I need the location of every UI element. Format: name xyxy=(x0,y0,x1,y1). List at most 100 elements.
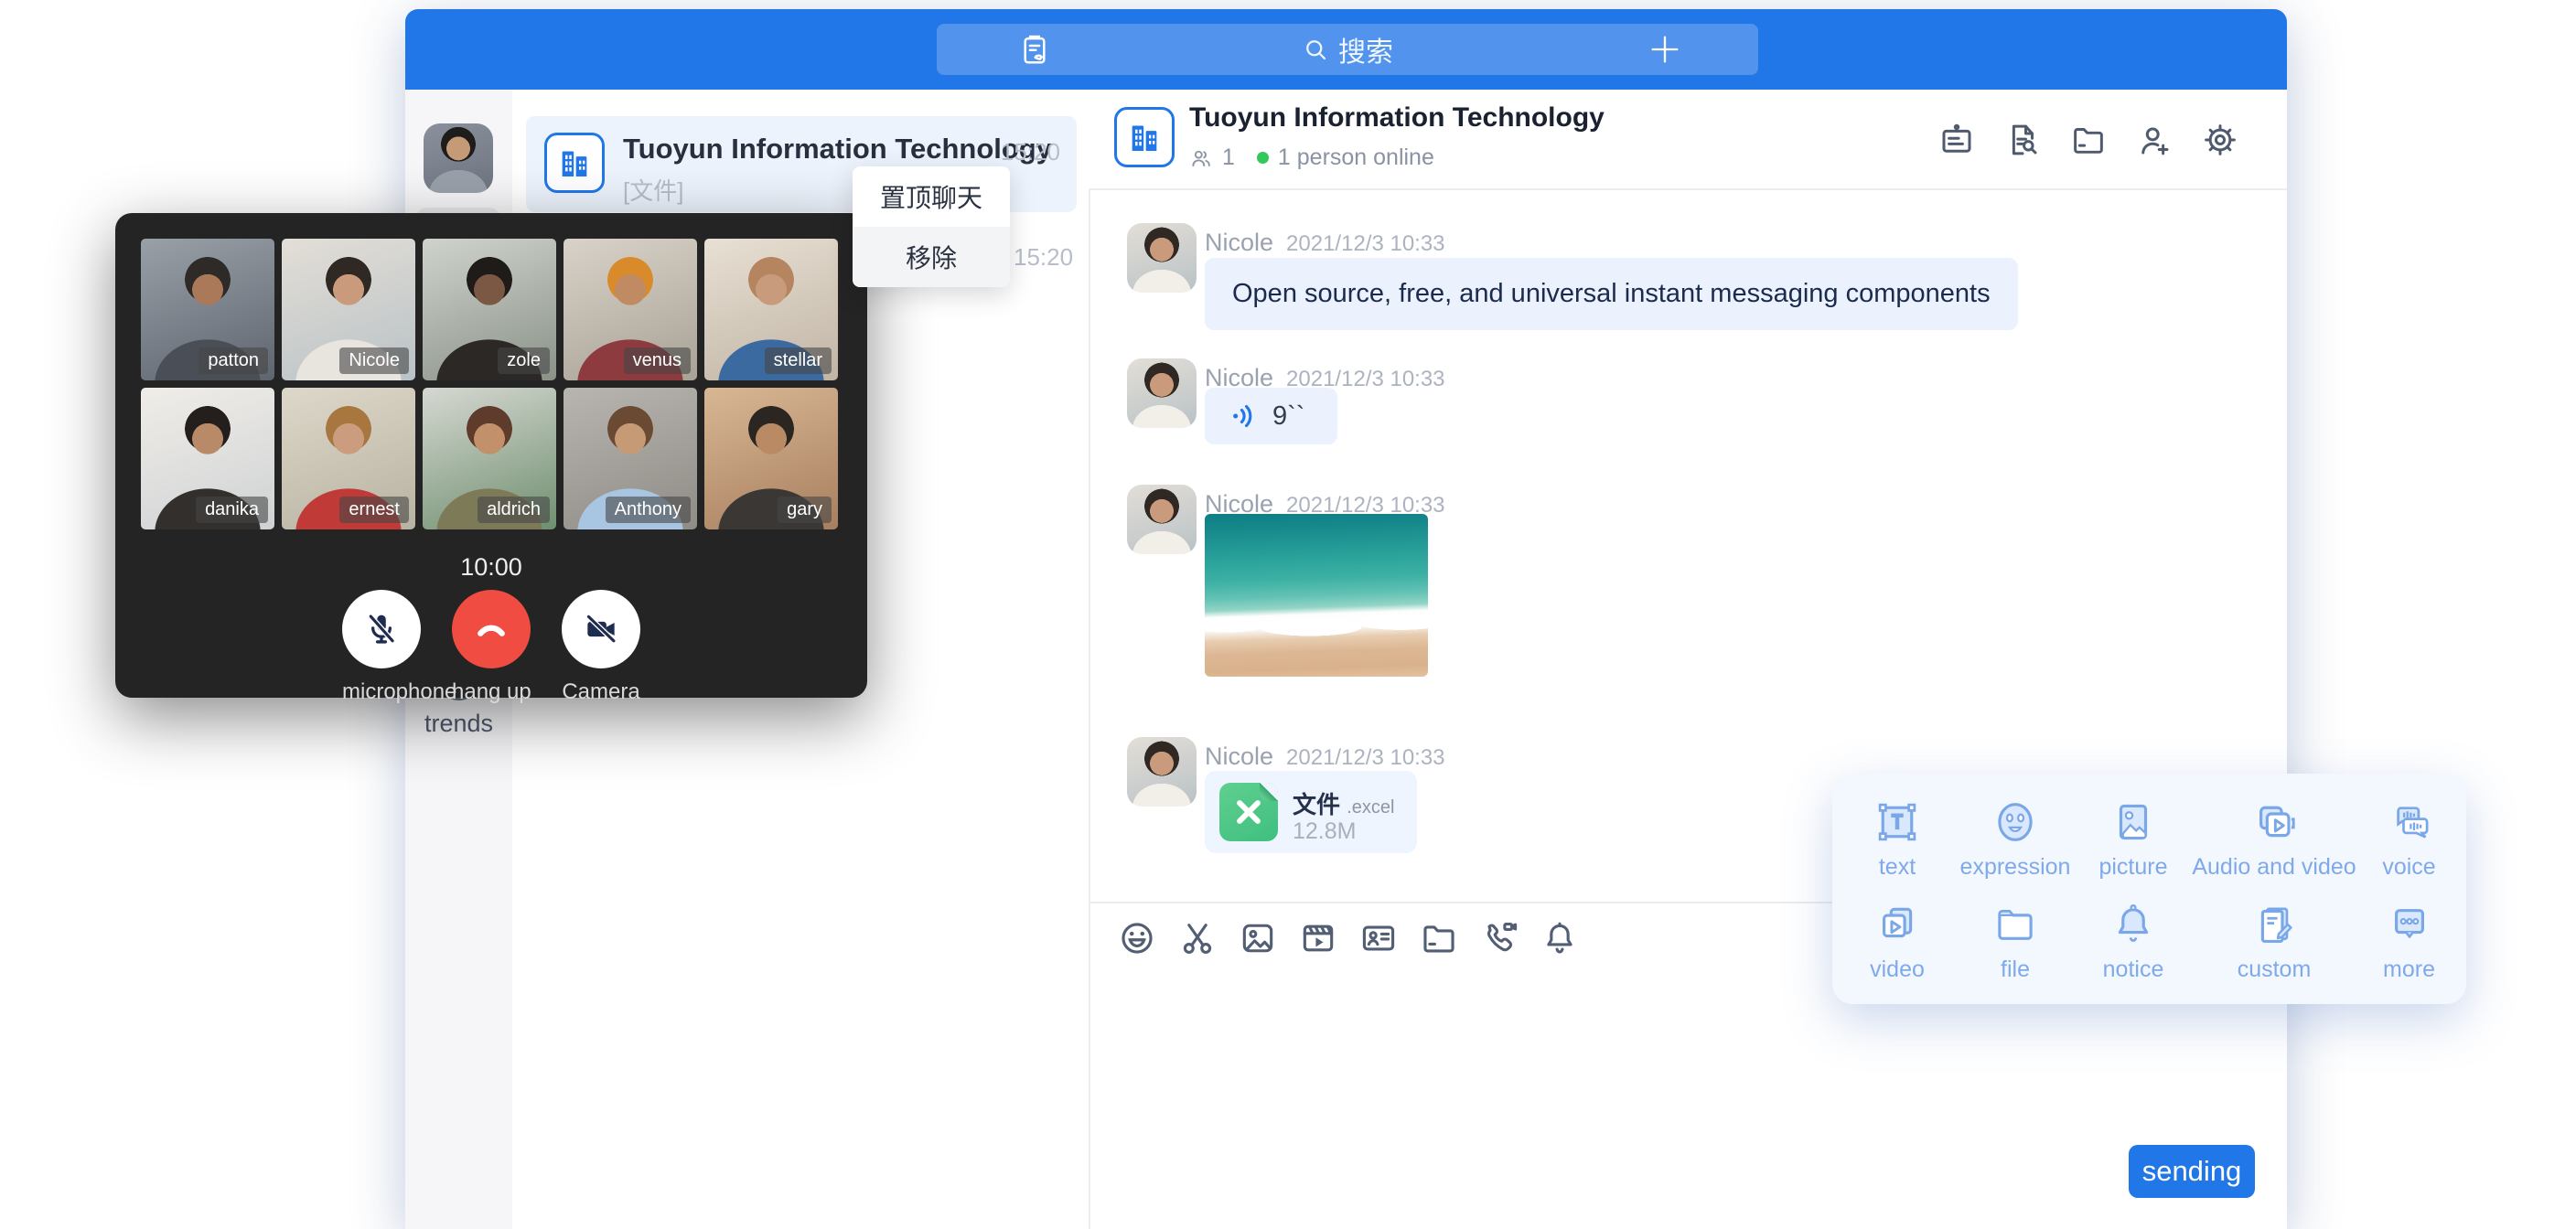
chat-header-actions xyxy=(1937,121,2239,159)
participant-tile[interactable]: ernest xyxy=(282,388,415,529)
text-message-icon xyxy=(1873,797,1922,847)
more-icon xyxy=(2385,900,2434,949)
voice-wave-icon xyxy=(1229,401,1260,432)
hang-up-icon xyxy=(471,609,511,649)
video-icon[interactable] xyxy=(1298,918,1338,958)
chat-header: Tuoyun Information Technology 1 1 person… xyxy=(1089,90,2287,190)
participant-tile[interactable]: Anthony xyxy=(564,388,697,529)
hang-up-label: hang up xyxy=(452,679,531,705)
participant-tile[interactable]: zole xyxy=(423,239,556,380)
image-attachment[interactable] xyxy=(1205,514,1428,677)
participant-name-label: aldrich xyxy=(478,497,550,523)
participant-tile[interactable]: stellar xyxy=(704,239,838,380)
participant-grid: patton Nicole zole venus stellar danika … xyxy=(141,239,842,529)
panel-item-expression[interactable]: expression xyxy=(1951,797,2079,881)
participant-name-label: gary xyxy=(778,497,832,523)
conversation-title: Tuoyun Information Technology xyxy=(623,133,1052,166)
send-button[interactable]: sending xyxy=(2129,1145,2255,1198)
conversation-time: 15:20 xyxy=(1001,138,1060,166)
conversation-last-message: [文件] xyxy=(623,173,683,207)
sender-name: Nicole xyxy=(1205,743,1273,770)
panel-item-notice[interactable]: notice xyxy=(2079,900,2187,983)
participant-tile[interactable]: aldrich xyxy=(423,388,556,529)
image-icon[interactable] xyxy=(1238,918,1278,958)
panel-item-picture[interactable]: picture xyxy=(2079,797,2187,881)
notification-icon[interactable] xyxy=(1540,918,1580,958)
search-placeholder: 搜索 xyxy=(1338,29,1393,69)
message-time: 2021/12/3 10:33 xyxy=(1286,745,1445,770)
call-timer: 10:00 xyxy=(115,553,867,582)
folder-icon[interactable] xyxy=(2069,121,2108,159)
audio-video-icon xyxy=(2249,797,2299,847)
notice-bell-icon xyxy=(2109,900,2158,949)
participant-name-label: Nicole xyxy=(339,347,409,374)
video-call-overlay: patton Nicole zole venus stellar danika … xyxy=(115,213,867,698)
chat-subtitle: 1 1 person online xyxy=(1189,144,1434,171)
panel-item-text[interactable]: text xyxy=(1843,797,1951,881)
video-call-icon[interactable] xyxy=(1479,918,1519,958)
search-input[interactable]: 搜索 xyxy=(937,24,1758,75)
participant-name-label: stellar xyxy=(765,347,832,374)
panel-item-voice[interactable]: voice xyxy=(2361,797,2457,881)
participant-name-label: danika xyxy=(196,497,268,523)
microphone-control[interactable]: microphone xyxy=(342,590,421,705)
microphone-muted-icon xyxy=(361,609,402,649)
add-member-icon[interactable] xyxy=(2135,121,2174,159)
participant-name-label: zole xyxy=(498,347,550,374)
chat-record-search-icon[interactable] xyxy=(2003,121,2042,159)
picture-icon xyxy=(2109,797,2158,847)
settings-icon[interactable] xyxy=(2201,121,2239,159)
file-icon[interactable] xyxy=(1419,918,1459,958)
video-message-icon xyxy=(1873,900,1922,949)
organization-icon xyxy=(1114,107,1175,167)
sender-avatar[interactable] xyxy=(1127,485,1197,554)
file-size: 12.8M xyxy=(1293,818,1356,845)
participant-tile[interactable]: gary xyxy=(704,388,838,529)
participant-tile[interactable]: Nicole xyxy=(282,239,415,380)
call-controls: microphone hang up Camera xyxy=(115,590,867,705)
contact-card-icon[interactable] xyxy=(1358,918,1399,958)
current-user-avatar[interactable] xyxy=(424,123,493,193)
hang-up-control[interactable]: hang up xyxy=(452,590,531,705)
screenshot-icon[interactable] xyxy=(1177,918,1218,958)
message-type-panel: text expression picture Audio and video … xyxy=(1832,774,2466,1004)
participant-tile[interactable]: danika xyxy=(141,388,274,529)
menu-item-pin-chat[interactable]: 置顶聊天 xyxy=(853,166,1010,227)
sender-avatar[interactable] xyxy=(1127,358,1197,428)
participant-name-label: patton xyxy=(199,347,268,374)
search-bar[interactable]: 搜索 xyxy=(937,24,1758,75)
sender-avatar[interactable] xyxy=(1127,223,1197,293)
participant-tile[interactable]: patton xyxy=(141,239,274,380)
panel-item-more[interactable]: more xyxy=(2361,900,2457,983)
context-menu: 置顶聊天 移除 xyxy=(853,166,1010,287)
magnifier-icon xyxy=(1302,36,1329,63)
camera-control[interactable]: Camera xyxy=(562,590,640,705)
menu-item-remove[interactable]: 移除 xyxy=(853,227,1010,287)
participant-tile[interactable]: venus xyxy=(564,239,697,380)
text-bubble: Open source, free, and universal instant… xyxy=(1205,258,2018,330)
panel-item-video[interactable]: video xyxy=(1843,900,1951,983)
voice-bubble[interactable]: 9`` xyxy=(1205,388,1337,444)
voice-icon xyxy=(2385,797,2434,847)
sender-avatar[interactable] xyxy=(1127,737,1197,807)
camera-label: Camera xyxy=(562,679,640,705)
message-time: 2021/12/3 10:33 xyxy=(1286,231,1445,256)
online-status: 1 person online xyxy=(1278,144,1434,171)
microphone-label: microphone xyxy=(342,679,421,705)
chat-title: Tuoyun Information Technology xyxy=(1189,102,1605,134)
file-attachment[interactable]: 文件 .excel 12.8M xyxy=(1205,771,1417,853)
member-count: 1 xyxy=(1222,144,1235,171)
participant-name-label: Anthony xyxy=(606,497,691,523)
panel-item-custom[interactable]: custom xyxy=(2187,900,2361,983)
emoji-icon[interactable] xyxy=(1117,918,1157,958)
file-folder-icon xyxy=(1991,900,2040,949)
panel-item-audio-video[interactable]: Audio and video xyxy=(2187,797,2361,881)
expression-icon xyxy=(1991,797,2040,847)
camera-off-icon xyxy=(581,609,621,649)
participant-name-label: ernest xyxy=(339,497,409,523)
announcement-icon[interactable] xyxy=(1937,121,1976,159)
plus-icon[interactable] xyxy=(1647,31,1683,68)
panel-item-file[interactable]: file xyxy=(1951,900,2079,983)
participant-name-label: venus xyxy=(624,347,691,374)
sender-name: Nicole xyxy=(1205,229,1273,256)
